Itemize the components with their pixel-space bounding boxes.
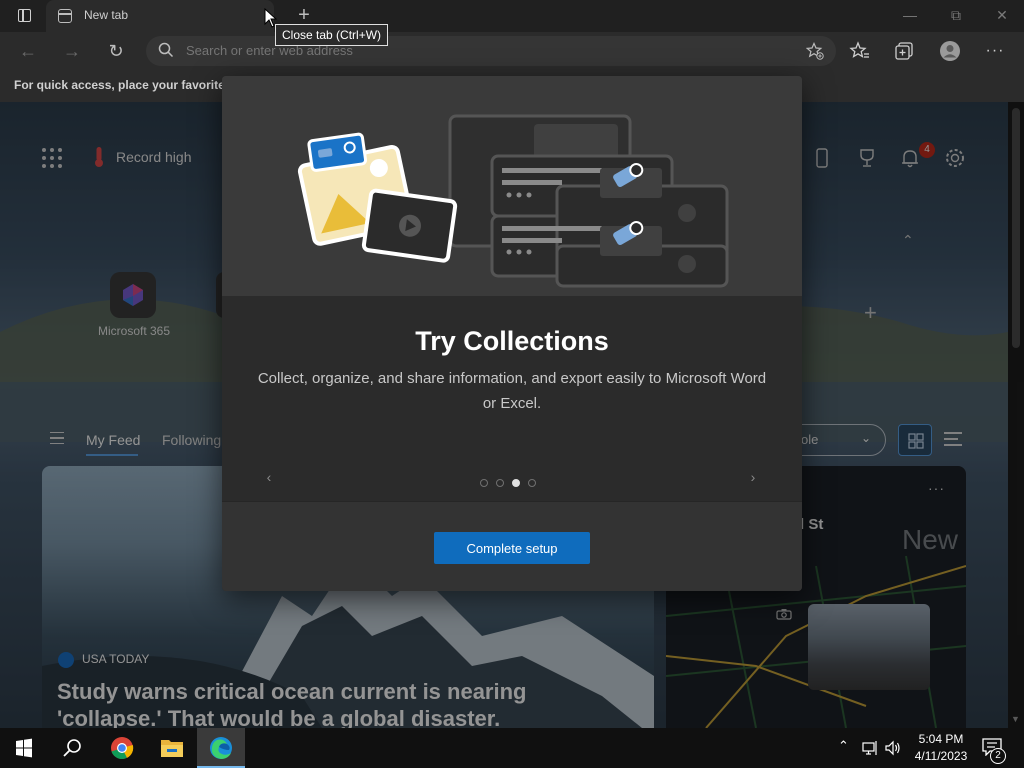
restore-button[interactable]: ⧉	[944, 4, 968, 26]
minimize-button[interactable]: —	[898, 4, 922, 26]
show-hidden-icons-chevron-icon[interactable]: ⌃	[838, 738, 849, 754]
next-slide-button[interactable]: ›	[742, 466, 764, 488]
new-tab-button[interactable]: +	[294, 5, 314, 26]
close-tab-tooltip: Close tab (Ctrl+W)	[275, 24, 389, 46]
network-icon[interactable]	[861, 739, 879, 757]
action-center-badge: 2	[990, 748, 1006, 764]
clock-date[interactable]: 4/11/2023	[910, 749, 972, 763]
slide-dot-4[interactable]	[528, 479, 536, 487]
tab-title: New tab	[84, 8, 129, 22]
profile-avatar-icon[interactable]	[939, 40, 961, 62]
mouse-cursor-icon	[264, 8, 278, 28]
new-tab-favicon-icon	[58, 9, 72, 23]
file-explorer-icon[interactable]	[148, 728, 196, 768]
add-favorite-star-icon[interactable]	[806, 42, 824, 60]
close-window-button[interactable]: ✕	[990, 4, 1014, 26]
volume-icon[interactable]	[884, 739, 902, 757]
slide-dot-2[interactable]	[496, 479, 504, 487]
forward-arrow-icon[interactable]: →	[61, 40, 83, 62]
collections-illustration	[222, 76, 802, 296]
search-icon	[158, 42, 174, 58]
edge-icon	[210, 737, 232, 759]
chrome-icon[interactable]	[98, 728, 146, 768]
slide-dot-3[interactable]	[512, 479, 520, 487]
slide-indicator	[480, 479, 544, 489]
tab-actions-menu-icon[interactable]	[10, 6, 38, 26]
tab-new-tab[interactable]: New tab	[46, 0, 274, 32]
clock-time[interactable]: 5:04 PM	[910, 732, 972, 746]
windows-taskbar: ⌃ 5:04 PM 4/11/2023 2	[0, 728, 1024, 768]
favorites-bar-hint: For quick access, place your favorites h	[14, 78, 243, 92]
address-input[interactable]	[186, 43, 746, 58]
previous-slide-button[interactable]: ‹	[258, 466, 280, 488]
edge-taskbar-button[interactable]	[197, 728, 245, 768]
back-arrow-icon[interactable]: ←	[17, 40, 39, 62]
refresh-icon[interactable]: ↻	[105, 40, 127, 62]
dialog-title: Try Collections	[415, 326, 609, 356]
browser-toolbar: ← → ↻ ···	[0, 32, 1024, 70]
complete-setup-button[interactable]: Complete setup	[434, 532, 590, 564]
collections-dialog: Try Collections Collect, organize, and s…	[222, 76, 802, 591]
slide-dot-1[interactable]	[480, 479, 488, 487]
dialog-description: Collect, organize, and share information…	[257, 370, 767, 412]
address-bar[interactable]	[146, 36, 836, 66]
windows-start-icon[interactable]	[0, 728, 48, 768]
collections-icon[interactable]	[893, 40, 915, 62]
tab-strip: New tab + — ⧉ ✕	[0, 0, 1024, 32]
settings-more-icon[interactable]: ···	[984, 40, 1006, 62]
search-icon[interactable]	[48, 728, 96, 768]
dialog-footer: Complete setup	[222, 501, 802, 591]
favorites-icon[interactable]	[849, 40, 871, 62]
